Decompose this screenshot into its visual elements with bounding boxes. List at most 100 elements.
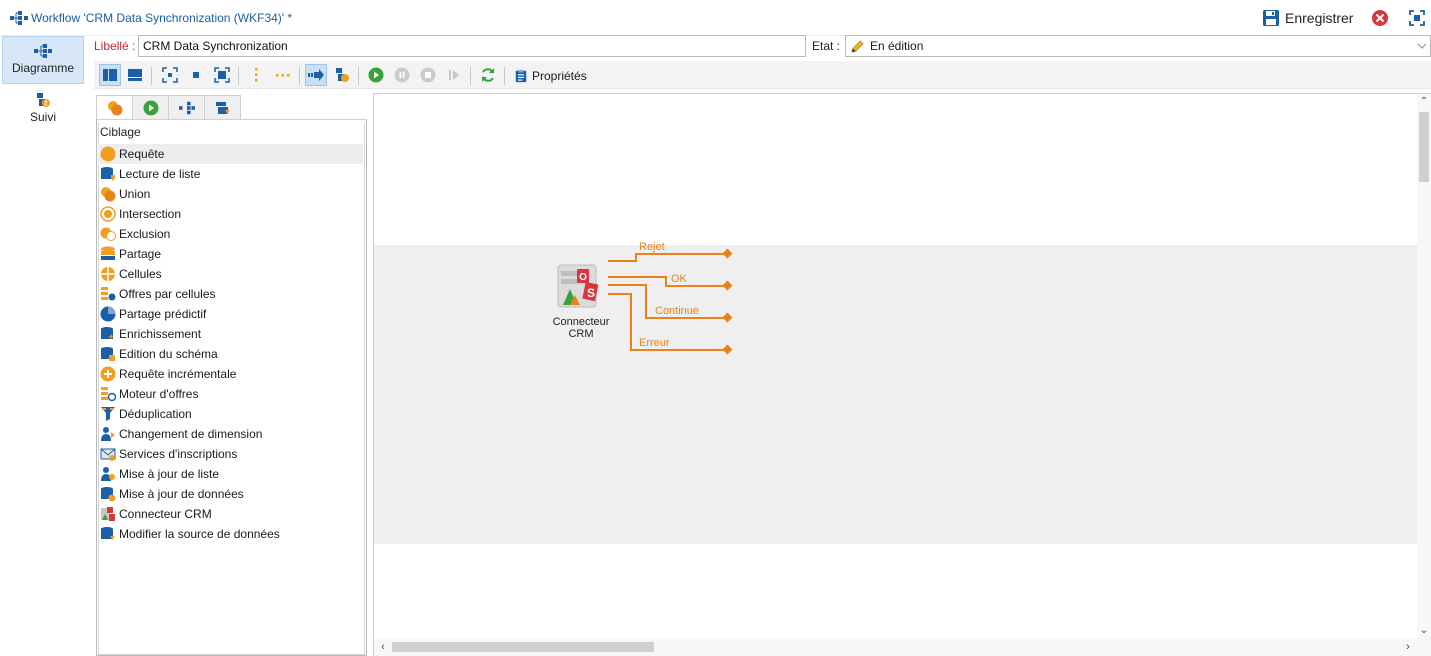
crm-connector-activity[interactable]: O S bbox=[557, 263, 601, 309]
stop-icon bbox=[420, 67, 436, 83]
data-update-icon bbox=[101, 487, 116, 502]
palette-item-cells[interactable]: Cellules bbox=[98, 264, 363, 284]
palette-item-change-dimension[interactable]: Changement de dimension bbox=[98, 424, 363, 444]
event-icon bbox=[215, 101, 230, 114]
palette-item-intersection[interactable]: Intersection bbox=[98, 204, 363, 224]
palette-item-offer-engine[interactable]: Moteur d'offres bbox=[98, 384, 363, 404]
align-horizontal-button[interactable] bbox=[272, 64, 294, 86]
start-button[interactable] bbox=[365, 64, 387, 86]
layout-horizontal-button[interactable] bbox=[124, 64, 146, 86]
properties-label: Propriétés bbox=[532, 69, 587, 83]
scroll-up-icon[interactable]: ⌃ bbox=[1418, 96, 1430, 108]
scroll-down-icon[interactable]: ⌄ bbox=[1418, 625, 1430, 637]
auto-link-button[interactable] bbox=[305, 64, 327, 86]
palette-item-list-update[interactable]: Mise à jour de liste bbox=[98, 464, 363, 484]
horizontal-scroll-thumb[interactable] bbox=[392, 642, 654, 652]
tab-targeting[interactable] bbox=[96, 95, 133, 120]
incremental-query-icon bbox=[100, 366, 116, 382]
transition-end-ok bbox=[722, 280, 733, 291]
offers-by-cell-icon bbox=[101, 287, 116, 301]
targeting-icon bbox=[107, 101, 122, 116]
workflow-icon bbox=[10, 11, 28, 25]
palette-item-predictive-split[interactable]: Partage prédictif bbox=[98, 304, 363, 324]
palette-item-enrichment[interactable]: Enrichissement bbox=[98, 324, 363, 344]
diagram-canvas[interactable]: O S Connecteur CRM Rejet OK Continue Err… bbox=[373, 93, 1431, 656]
list-read-icon bbox=[101, 167, 115, 181]
palette-item-crm-connector[interactable]: Connecteur CRM bbox=[98, 504, 363, 524]
step-button[interactable] bbox=[443, 64, 465, 86]
tab-flow-control[interactable] bbox=[132, 95, 169, 119]
zoom-fit-icon bbox=[162, 67, 178, 83]
close-icon[interactable] bbox=[1371, 9, 1389, 27]
palette-item-split[interactable]: Partage bbox=[98, 244, 363, 264]
zoom-extent-icon bbox=[214, 67, 230, 83]
palette-item-data-update[interactable]: Mise à jour de données bbox=[98, 484, 363, 504]
transition-end-continue bbox=[722, 312, 733, 323]
monitoring-icon bbox=[336, 68, 349, 82]
monitoring-icon bbox=[37, 93, 50, 107]
vertical-scrollbar[interactable]: ⌃ ⌄ bbox=[1417, 94, 1431, 639]
pencil-icon bbox=[851, 39, 864, 53]
actual-size-icon bbox=[193, 72, 199, 78]
horizontal-scrollbar[interactable]: ‹ › bbox=[374, 638, 1431, 656]
union-icon bbox=[101, 187, 116, 202]
transition-label-ok: OK bbox=[671, 273, 687, 285]
layout-vertical-icon bbox=[103, 69, 117, 81]
window-title: Workflow 'CRM Data Synchronization (WKF3… bbox=[31, 11, 293, 25]
palette-item-incremental-query[interactable]: Requête incrémentale bbox=[98, 364, 363, 384]
tab-actions[interactable] bbox=[168, 95, 205, 119]
palette-item-query[interactable]: Requête bbox=[98, 144, 363, 164]
exclusion-icon bbox=[100, 227, 116, 241]
palette-item-exclusion[interactable]: Exclusion bbox=[98, 224, 363, 244]
nav-item-suivi[interactable]: Suivi bbox=[2, 86, 84, 134]
nav-item-diagramme[interactable]: Diagramme bbox=[2, 36, 84, 84]
vertical-scroll-thumb[interactable] bbox=[1419, 112, 1429, 182]
scroll-right-icon[interactable]: › bbox=[1402, 641, 1414, 653]
palette-list: Requête Lecture de liste Union Intersect… bbox=[98, 144, 363, 544]
floppy-disk-icon bbox=[1263, 10, 1279, 26]
palette-item-change-data-source[interactable]: Modifier la source de données bbox=[98, 524, 363, 544]
maximize-icon[interactable] bbox=[1408, 9, 1426, 27]
offer-engine-icon bbox=[101, 387, 116, 402]
stop-button[interactable] bbox=[417, 64, 439, 86]
transition-links bbox=[608, 248, 733, 355]
cells-icon bbox=[101, 267, 115, 281]
zoom-out-button[interactable] bbox=[211, 64, 233, 86]
enrichment-icon bbox=[101, 327, 114, 339]
pause-button[interactable] bbox=[391, 64, 413, 86]
svg-text:O: O bbox=[579, 272, 587, 283]
palette-item-offers-by-cell[interactable]: Offres par cellules bbox=[98, 284, 363, 304]
etat-select[interactable]: En édition bbox=[845, 35, 1431, 57]
palette-item-deduplication[interactable]: Déduplication bbox=[98, 404, 363, 424]
align-vertical-button[interactable] bbox=[245, 64, 267, 86]
crm-connector-icon bbox=[101, 507, 115, 521]
palette-item-subscription-services[interactable]: Services d'inscriptions bbox=[98, 444, 363, 464]
libelle-input[interactable] bbox=[138, 35, 806, 57]
actual-size-button[interactable] bbox=[185, 64, 207, 86]
palette-item-schema-edit[interactable]: Edition du schéma bbox=[98, 344, 363, 364]
clipboard-icon bbox=[515, 69, 527, 83]
auto-link-icon bbox=[308, 69, 324, 81]
palette-item-list-read[interactable]: Lecture de liste bbox=[98, 164, 363, 184]
activity-palette: Ciblage Requête Lecture de liste Union I… bbox=[96, 119, 367, 656]
palette-tabs bbox=[96, 95, 241, 120]
palette-category-label: Ciblage bbox=[100, 125, 141, 139]
chevron-down-icon bbox=[1417, 43, 1427, 49]
etat-label: Etat : bbox=[812, 39, 841, 53]
tab-events[interactable] bbox=[204, 95, 241, 119]
deduplication-icon bbox=[101, 407, 115, 421]
vertical-dots-icon bbox=[255, 68, 258, 82]
transition-end-erreur bbox=[722, 344, 733, 355]
properties-button[interactable]: Propriétés bbox=[514, 66, 587, 86]
step-icon bbox=[449, 70, 459, 80]
transition-label-rejet: Rejet bbox=[639, 241, 665, 253]
save-button[interactable]: Enregistrer bbox=[1262, 7, 1353, 29]
zoom-fit-button[interactable] bbox=[159, 64, 181, 86]
refresh-button[interactable] bbox=[477, 64, 499, 86]
layout-vertical-button[interactable] bbox=[99, 64, 121, 86]
monitoring-toggle-button[interactable] bbox=[331, 64, 353, 86]
schema-edit-icon bbox=[101, 347, 115, 361]
svg-text:S: S bbox=[587, 286, 595, 300]
palette-item-union[interactable]: Union bbox=[98, 184, 363, 204]
scroll-left-icon[interactable]: ‹ bbox=[377, 641, 389, 653]
